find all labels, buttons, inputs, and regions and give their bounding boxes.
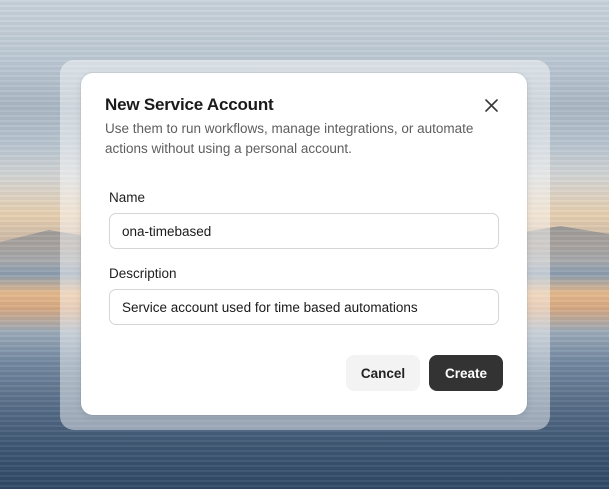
close-button[interactable]	[481, 95, 501, 115]
dialog-title: New Service Account	[105, 95, 274, 114]
name-input[interactable]	[109, 213, 499, 249]
close-icon	[484, 98, 498, 112]
name-label: Name	[109, 190, 146, 205]
new-service-account-dialog: New Service Account Use them to run work…	[81, 73, 527, 415]
dialog-description: Use them to run workflows, manage integr…	[105, 121, 474, 156]
description-input[interactable]	[109, 289, 499, 325]
create-button[interactable]: Create	[429, 355, 503, 391]
description-label: Description	[109, 266, 177, 281]
cancel-button[interactable]: Cancel	[346, 355, 420, 391]
